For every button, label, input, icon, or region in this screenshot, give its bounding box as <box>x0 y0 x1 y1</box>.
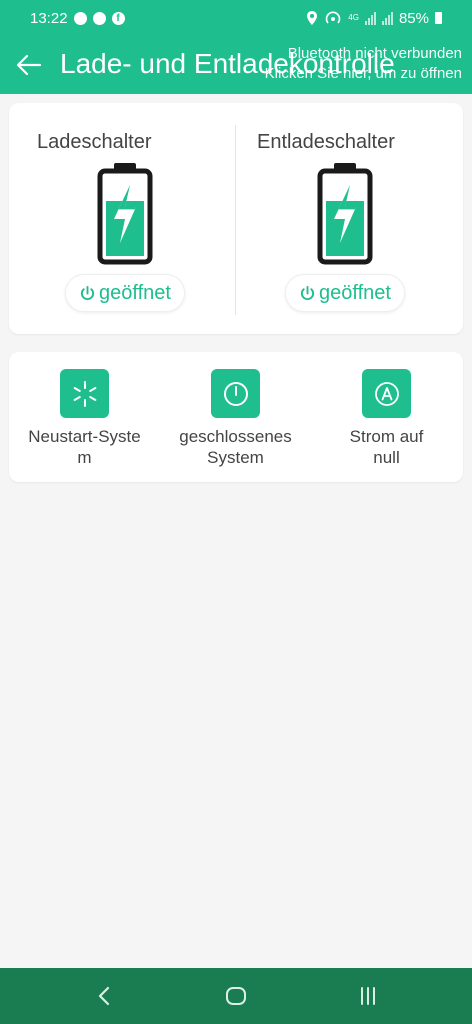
charge-switch-label: Ladeschalter <box>37 131 152 153</box>
battery-percent: 85% <box>398 9 429 27</box>
close-system-button[interactable]: geschlossenes System <box>160 352 311 482</box>
charge-switch-toggle[interactable]: geöffnet <box>65 274 185 312</box>
discharge-switch-state: geöffnet <box>319 281 391 304</box>
power-icon <box>211 369 260 418</box>
charge-switch-panel: Ladeschalter geöffnet <box>9 103 236 334</box>
battery-charging-icon <box>97 163 153 265</box>
power-icon <box>80 285 95 300</box>
4g-icon: 4G <box>348 13 359 22</box>
action-card: Neustart-Syste m geschlossenes System St… <box>9 352 463 482</box>
location-icon <box>307 11 318 25</box>
discharge-switch-panel: Entladeschalter geöffnet <box>236 103 463 334</box>
status-time: 13:22 <box>30 9 68 27</box>
restart-system-label: Neustart-Syste m <box>28 427 141 467</box>
nav-recents-icon[interactable] <box>352 980 384 1012</box>
system-nav-bar <box>0 968 472 1024</box>
current-zero-icon <box>362 369 411 418</box>
back-arrow-icon[interactable] <box>14 50 44 80</box>
power-icon <box>300 285 315 300</box>
discharge-switch-label: Entladeschalter <box>257 131 395 153</box>
nav-back-icon[interactable] <box>88 980 120 1012</box>
current-zero-button[interactable]: Strom auf null <box>311 352 462 482</box>
discharge-switch-toggle[interactable]: geöffnet <box>285 274 405 312</box>
restart-system-button[interactable]: Neustart-Syste m <box>9 352 160 482</box>
switch-card: Ladeschalter geöffnet Entladeschalter ge… <box>9 103 463 334</box>
hotspot-icon <box>326 11 341 24</box>
messenger-icon <box>73 11 87 25</box>
signal-icon <box>364 11 376 25</box>
charge-switch-state: geöffnet <box>99 281 171 304</box>
close-system-label: geschlossenes System <box>179 427 292 467</box>
current-zero-label: Strom auf null <box>349 427 424 467</box>
bluetooth-status-link[interactable]: Bluetooth nicht verbunden Klicken Sie hi… <box>265 44 462 84</box>
bluetooth-open-hint: Klicken Sie hier, um zu öffnen <box>264 65 462 82</box>
nav-home-icon[interactable] <box>220 980 252 1012</box>
restart-icon <box>60 369 109 418</box>
status-bar: 13:22 f 4G 85% <box>0 0 472 36</box>
signal-icon <box>381 11 393 25</box>
messenger-icon <box>92 11 106 25</box>
title-row: Lade- und Entladekontrolle Bluetooth nic… <box>0 36 472 94</box>
battery-charging-icon <box>317 163 373 265</box>
facebook-icon: f <box>111 11 125 25</box>
bluetooth-status-text: Bluetooth nicht verbunden <box>287 45 462 62</box>
app-header: 13:22 f 4G 85% Lade- und Entladekontroll… <box>0 0 472 94</box>
battery-icon <box>435 12 442 24</box>
